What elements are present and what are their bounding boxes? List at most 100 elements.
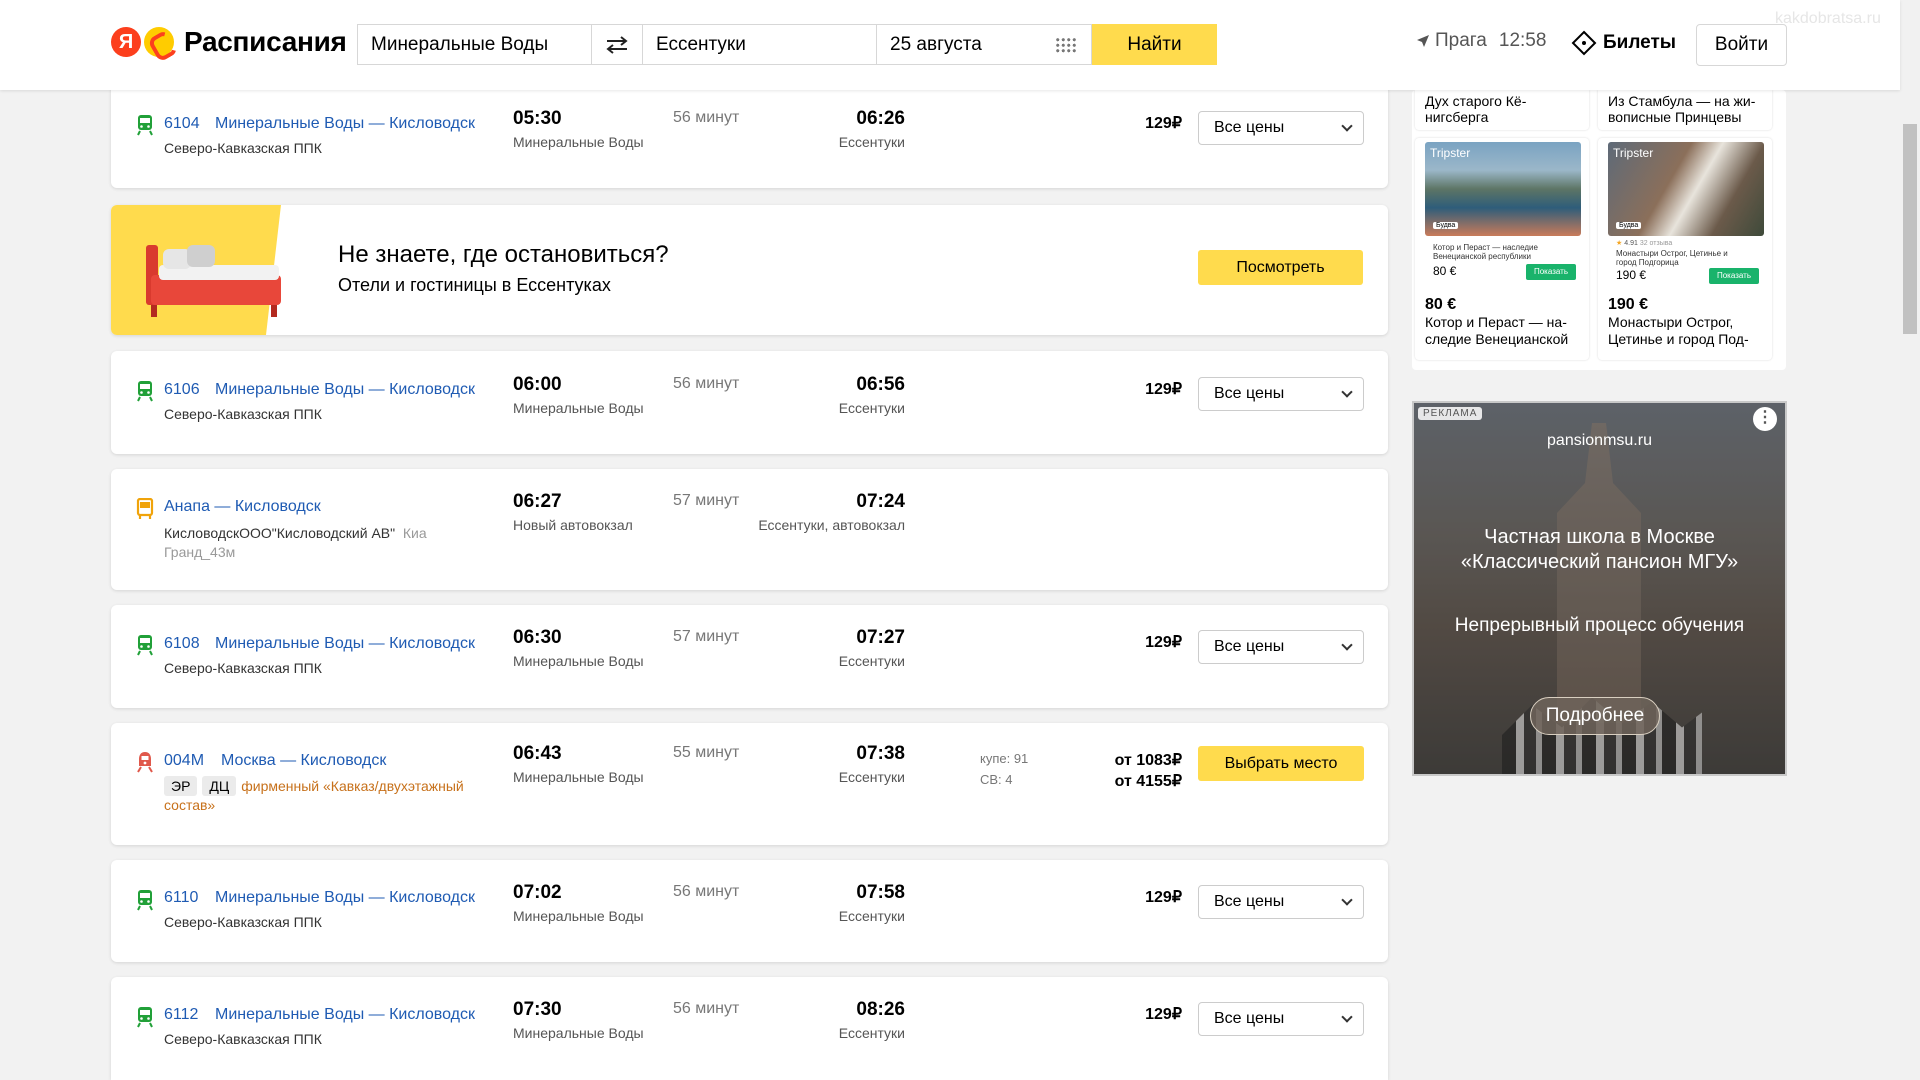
- carrier: Северо-Кавказская ППК: [164, 914, 322, 930]
- trip-row[interactable]: 6104 Минеральные Воды — Кисловодск Север…: [111, 80, 1388, 188]
- suburban-train-icon: [137, 890, 153, 911]
- tour-photo: Tripster Будва: [1608, 142, 1764, 236]
- all-prices-dropdown[interactable]: Все цены: [1198, 1002, 1364, 1036]
- location[interactable]: Прага 12:58: [1416, 30, 1546, 52]
- ad-banner[interactable]: РЕКЛАМА ⋮ pansionmsu.ru Частная школа в …: [1412, 401, 1787, 776]
- tour-title: Дух старого Кё-нигсберга: [1425, 93, 1527, 125]
- departure-time: 07:02: [513, 882, 562, 903]
- ticket-icon: [1571, 30, 1597, 56]
- trip-row[interactable]: 6112 Минеральные Воды — Кисловодск Север…: [111, 977, 1388, 1080]
- trip-row[interactable]: 6108 Минеральные Воды — Кисловодск Север…: [111, 605, 1388, 708]
- date-input[interactable]: 25 августа: [877, 24, 1092, 65]
- all-prices-label: Все цены: [1214, 893, 1285, 910]
- all-prices-label: Все цены: [1214, 119, 1285, 136]
- arrival-station: Ессентуки: [838, 134, 905, 150]
- ad-domain[interactable]: pansionmsu.ru: [1414, 432, 1785, 450]
- duration: 56 минут: [673, 883, 740, 900]
- tour-tag: Будва: [1433, 222, 1459, 229]
- carrier: Северо-Кавказская ППК: [164, 140, 322, 156]
- route-link[interactable]: Минеральные Воды — Кисловодск: [215, 381, 475, 399]
- departure-time: 06:30: [513, 627, 562, 648]
- train-number[interactable]: 6104: [164, 115, 200, 133]
- duration: 56 минут: [673, 109, 740, 126]
- tours-widget: Дух старого Кё-нигсберга Из Стамбула — н…: [1412, 90, 1786, 370]
- route-link[interactable]: Минеральные Воды — Кисловодск: [215, 115, 475, 133]
- arrival-station: Ессентуки, автовокзал: [758, 517, 905, 533]
- bed-icon: [111, 205, 281, 335]
- mini-show-button[interactable]: Показать: [1526, 264, 1576, 280]
- ad-more-button[interactable]: Подробнее: [1530, 697, 1660, 735]
- mini-price: 80 €: [1433, 264, 1457, 278]
- train-number[interactable]: 6112: [164, 1006, 198, 1024]
- train-number[interactable]: 6106: [164, 381, 200, 399]
- hotel-promo: Не знаете, где остановиться? Отели и гос…: [111, 205, 1388, 335]
- train-number[interactable]: 004М: [164, 752, 204, 770]
- all-prices-dropdown[interactable]: Все цены: [1198, 630, 1364, 664]
- to-input[interactable]: Ессентуки: [642, 24, 877, 65]
- mini-title: Котор и Пераст — наследие Венецианской ре…: [1433, 243, 1538, 261]
- bus-icon: [136, 498, 154, 519]
- arrival-station: Ессентуки: [838, 908, 905, 924]
- tour-card-top[interactable]: Из Стамбула — на жи-вописные Принцевы: [1598, 90, 1772, 130]
- tripster-brand: Tripster: [1430, 146, 1471, 160]
- departure-station: Минеральные Воды: [513, 134, 644, 150]
- price: 129₽: [1145, 634, 1182, 651]
- train-number[interactable]: 6108: [164, 635, 200, 653]
- price: 129₽: [1145, 1006, 1182, 1023]
- departure-station: Минеральные Воды: [513, 769, 644, 785]
- trip-row[interactable]: 004М Москва — Кисловодск ЭР ДЦ фирменный «…: [111, 723, 1388, 845]
- arrival-time: 06:56: [856, 374, 905, 395]
- route-link[interactable]: Минеральные Воды — Кисловодск: [215, 635, 475, 653]
- departure-station: Минеральные Воды: [513, 908, 644, 924]
- duration: 57 минут: [673, 628, 740, 645]
- tour-name: Монастыри Острог, Цетинье и город Под-: [1608, 314, 1749, 347]
- trip-row[interactable]: Анапа — Кисловодск КисловодскООО"Кислово…: [111, 469, 1388, 590]
- all-prices-dropdown[interactable]: Все цены: [1198, 377, 1364, 411]
- price-from-2: от 4155₽: [1114, 773, 1182, 790]
- more-options-icon[interactable]: ⋮: [1753, 407, 1777, 431]
- view-hotels-button[interactable]: Посмотреть: [1198, 250, 1363, 285]
- departure-time: 05:30: [513, 108, 562, 129]
- tour-card[interactable]: Tripster Будва ★ 4.91 32 отзыва Монастыр…: [1598, 138, 1772, 360]
- tour-card-top[interactable]: Дух старого Кё-нигсберга: [1415, 90, 1589, 130]
- vehicle-model: Киа: [402, 525, 427, 541]
- departure-station: Минеральные Воды: [513, 1025, 644, 1041]
- all-prices-dropdown[interactable]: Все цены: [1198, 885, 1364, 919]
- departure-time: 06:00: [513, 374, 562, 395]
- route-link[interactable]: Минеральные Воды — Кисловодск: [215, 889, 475, 907]
- ad-headline-2: «Классический пансион МГУ»: [1460, 551, 1739, 573]
- tour-name: Котор и Пераст — на-следие Венецианской: [1425, 314, 1569, 347]
- carrier: КисловодскООО"Кисловодский АВ" Киа Гранд_…: [164, 524, 444, 562]
- route-link[interactable]: Анапа — Кисловодск: [164, 498, 321, 516]
- logo[interactable]: Я Расписания: [111, 26, 347, 58]
- scrollbar-thumb[interactable]: [1903, 124, 1917, 334]
- trip-row[interactable]: 6110 Минеральные Воды — Кисловодск Север…: [111, 860, 1388, 962]
- all-prices-label: Все цены: [1214, 1010, 1285, 1027]
- route-link[interactable]: Москва — Кисловодск: [221, 752, 386, 770]
- calendar-icon[interactable]: [1055, 37, 1077, 53]
- all-prices-label: Все цены: [1214, 385, 1285, 402]
- swap-icon[interactable]: [592, 24, 642, 65]
- arrival-station: Ессентуки: [838, 653, 905, 669]
- tour-title: Из Стамбула — на жи-вописные Принцевы: [1608, 93, 1756, 125]
- suburban-train-icon: [137, 381, 153, 402]
- mini-show-button[interactable]: Показать: [1709, 268, 1759, 284]
- route-link[interactable]: Минеральные Воды — Кисловодск: [215, 1006, 475, 1024]
- from-input[interactable]: Минеральные Воды: [357, 24, 592, 65]
- search-button[interactable]: Найти: [1092, 24, 1217, 65]
- train-number[interactable]: 6110: [164, 889, 198, 907]
- brand-name: фирменный «Кавказ/двухэтажный: [241, 778, 464, 794]
- ad-tagline: Непрерывный процесс обучения: [1454, 615, 1745, 636]
- all-prices-dropdown[interactable]: Все цены: [1198, 111, 1364, 145]
- date-value: 25 августа: [890, 34, 982, 55]
- chevron-down-icon: [1341, 639, 1353, 651]
- tour-card[interactable]: Tripster Будва Котор и Пераст — наследие…: [1415, 138, 1589, 360]
- price: 129₽: [1145, 889, 1182, 906]
- tour-rating: ★ 4.91 32 отзыва: [1616, 240, 1673, 247]
- departure-station: Новый автовокзал: [513, 517, 633, 533]
- login-button[interactable]: Войти: [1696, 24, 1787, 66]
- choose-seat-button[interactable]: Выбрать место: [1198, 746, 1364, 781]
- badge-dc: ДЦ: [202, 776, 237, 796]
- trip-row[interactable]: 6106 Минеральные Воды — Кисловодск Север…: [111, 351, 1388, 454]
- tickets-link[interactable]: Билеты: [1571, 30, 1676, 56]
